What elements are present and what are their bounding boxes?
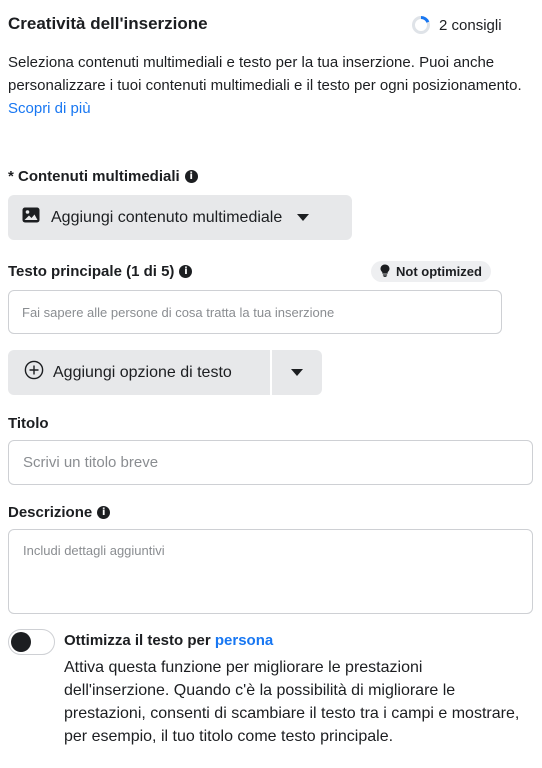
title-label: Titolo: [8, 415, 49, 432]
description-placeholder: Includi dettagli aggiuntivi: [23, 543, 165, 558]
add-text-option-button[interactable]: Aggiungi opzione di testo: [8, 350, 270, 395]
optimize-title-text: Ottimizza il testo per: [64, 632, 211, 649]
add-text-option-dropdown[interactable]: [272, 350, 322, 395]
optimize-title: Ottimizza il testo per persona: [64, 632, 273, 649]
intro-description: Seleziona contenuti multimediali e testo…: [8, 54, 522, 94]
caret-down-icon: [297, 214, 310, 221]
optimization-badge: Not optimized: [371, 261, 491, 282]
section-title: Creatività dell'inserzione: [8, 14, 208, 33]
lightbulb-icon: [380, 264, 390, 280]
description-label-text: Descrizione: [8, 504, 93, 521]
title-input[interactable]: Scrivi un titolo breve: [8, 440, 533, 485]
tips-indicator[interactable]: 2 consigli: [411, 15, 502, 35]
description-input[interactable]: Includi dettagli aggiuntivi: [8, 529, 533, 614]
persona-link[interactable]: persona: [215, 632, 273, 649]
optimize-description: Attiva questa funzione per migliorare le…: [64, 659, 520, 745]
title-placeholder: Scrivi un titolo breve: [23, 454, 159, 471]
intro-text: Seleziona contenuti multimediali e testo…: [8, 51, 534, 120]
primary-text-placeholder: Fai sapere alle persone di cosa tratta l…: [22, 305, 335, 320]
info-icon[interactable]: i: [184, 170, 198, 183]
toggle-knob: [11, 632, 31, 652]
learn-more-link[interactable]: Scopri di più: [8, 100, 91, 117]
primary-text-input[interactable]: Fai sapere alle persone di cosa tratta l…: [8, 290, 502, 334]
tips-label: 2 consigli: [439, 16, 502, 34]
progress-ring-icon: [411, 15, 431, 35]
caret-down-icon: [291, 369, 303, 376]
add-media-button[interactable]: Aggiungi contenuto multimediale: [8, 195, 352, 240]
add-media-label: Aggiungi contenuto multimediale: [51, 208, 283, 226]
media-label: * Contenuti multimediali i: [8, 168, 198, 185]
image-icon: [22, 207, 40, 228]
plus-circle-icon: [24, 360, 44, 385]
info-icon[interactable]: i: [97, 506, 111, 519]
add-text-option-label: Aggiungi opzione di testo: [53, 363, 232, 381]
info-icon[interactable]: i: [179, 265, 193, 278]
media-label-text: * Contenuti multimediali: [8, 168, 180, 185]
description-label: Descrizione i: [8, 504, 111, 521]
badge-label: Not optimized: [396, 264, 482, 279]
optimize-text-toggle[interactable]: [8, 629, 55, 655]
primary-text-label-text: Testo principale (1 di 5): [8, 263, 175, 280]
primary-text-label: Testo principale (1 di 5) i: [8, 263, 193, 280]
